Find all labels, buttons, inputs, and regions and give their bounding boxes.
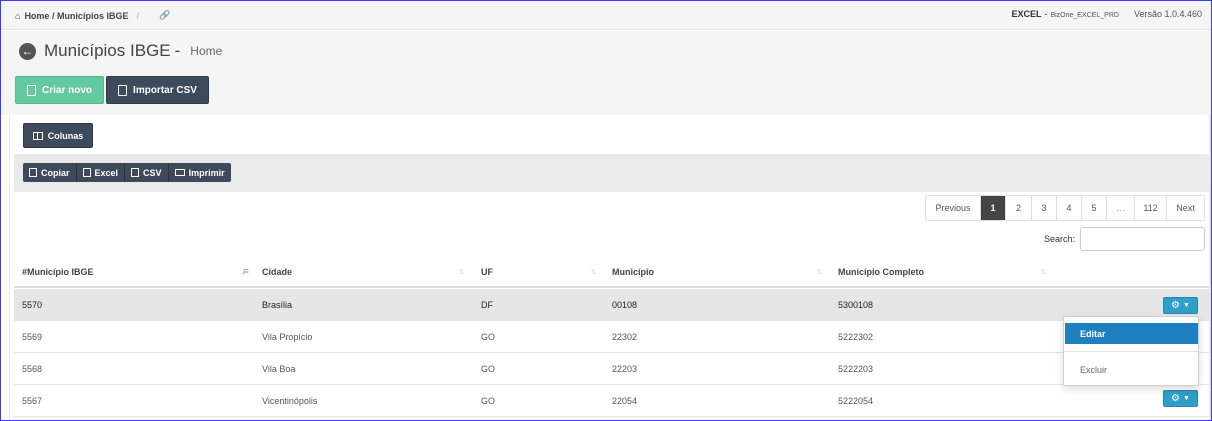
- table-row[interactable]: 5568 Vila Boa GO 22203 5222203: [14, 353, 1209, 385]
- print-button[interactable]: Imprimir: [169, 163, 231, 182]
- create-new-label: Criar novo: [41, 84, 92, 96]
- file-icon: [26, 84, 36, 96]
- cell-municipio-completo: 5222054: [838, 396, 874, 406]
- cell-municipio: 22203: [612, 364, 638, 374]
- copy-icon: [29, 168, 37, 177]
- cell-cidade: Vila Propício: [262, 332, 313, 342]
- row-actions-button[interactable]: ⚙ ▼: [1163, 297, 1198, 314]
- cell-cidade: Vicentinópolis: [262, 396, 318, 406]
- import-csv-label: Importar CSV: [133, 84, 197, 96]
- sort-icon[interactable]: ↑↓: [458, 266, 465, 276]
- pagination-page[interactable]: 4: [1057, 196, 1082, 220]
- csv-button[interactable]: CSV: [125, 163, 169, 182]
- env-version: Versão 1.0.4.460: [1133, 9, 1202, 19]
- cell-municipio-completo: 5222302: [838, 332, 874, 342]
- file-excel-icon: [82, 168, 91, 177]
- header-uf[interactable]: UF: [481, 267, 493, 277]
- page-title-dash: -: [174, 41, 181, 60]
- sort-icon[interactable]: ↑↓: [590, 266, 597, 276]
- menu-item-edit[interactable]: Editar: [1065, 323, 1198, 344]
- copy-label: Copiar: [41, 167, 70, 178]
- pagination-page[interactable]: 5: [1082, 196, 1107, 220]
- breadcrumb-separator: /: [136, 10, 139, 21]
- table-header: #Município IBGE ↓≡ Cidade ↑↓ UF ↑↓ Munic…: [14, 258, 1209, 288]
- pagination-previous[interactable]: Previous: [926, 196, 981, 220]
- link-icon[interactable]: 🔗: [159, 10, 170, 21]
- sort-desc-icon[interactable]: ↓≡: [241, 266, 249, 276]
- pagination-page[interactable]: 2: [1006, 196, 1032, 220]
- cell-uf: GO: [481, 396, 496, 406]
- columns-label: Colunas: [47, 130, 84, 141]
- page-subtitle: Home: [190, 44, 223, 58]
- gear-icon: ⚙: [1171, 393, 1181, 404]
- file-excel-icon: [118, 84, 128, 96]
- breadcrumb-path[interactable]: Home / Municípios IBGE: [24, 11, 128, 21]
- cell-id: 5567: [22, 396, 43, 406]
- header-municipio-ibge[interactable]: #Município IBGE: [22, 267, 94, 277]
- env-dash: -: [1044, 9, 1048, 19]
- pagination: Previous 1 2 3 4 5 … 112 Next: [925, 195, 1205, 221]
- sort-icon[interactable]: ↑↓: [1040, 266, 1047, 276]
- page-title-text: Municípios IBGE: [44, 41, 171, 60]
- header-cidade[interactable]: Cidade: [262, 267, 292, 277]
- page-header: ← Municípios IBGE - Home Criar novo Impo…: [0, 31, 1212, 115]
- sort-icon[interactable]: ↑↓: [816, 266, 823, 276]
- row-actions-menu: Editar Excluir: [1063, 316, 1199, 386]
- pagination-next[interactable]: Next: [1167, 196, 1204, 220]
- menu-divider: [1064, 351, 1198, 352]
- cell-uf: GO: [481, 364, 496, 374]
- table-row[interactable]: 5567 Vicentinópolis GO 22054 5222054 ⚙ ▼: [14, 385, 1209, 417]
- env-app: EXCEL: [1011, 9, 1042, 19]
- page-title: ← Municípios IBGE - Home: [19, 41, 222, 61]
- breadcrumb: ⌂ Home / Municípios IBGE / 🔗: [15, 10, 170, 21]
- file-csv-icon: [131, 168, 140, 177]
- cell-id: 5568: [22, 364, 43, 374]
- cell-municipio-completo: 5300108: [838, 300, 874, 310]
- home-icon[interactable]: ⌂: [15, 11, 20, 21]
- cell-municipio-completo: 5222203: [838, 364, 874, 374]
- search-label: Search:: [1043, 234, 1075, 244]
- cell-uf: GO: [481, 332, 496, 342]
- header-municipio[interactable]: Município: [612, 267, 654, 277]
- search-box: Search:: [1044, 227, 1205, 251]
- excel-button[interactable]: Excel: [77, 163, 126, 182]
- arrow-left-circle-icon[interactable]: ←: [19, 42, 36, 60]
- columns-button[interactable]: Colunas: [23, 123, 93, 148]
- cell-municipio: 22302: [612, 332, 638, 342]
- pagination-page[interactable]: 3: [1032, 196, 1057, 220]
- cell-cidade: Brasília: [262, 300, 293, 310]
- cell-id: 5570: [22, 300, 43, 310]
- environment-info: EXCEL - BizOne_EXCEL_PRD Versão 1.0.4.46…: [1011, 9, 1202, 19]
- export-buttons: Copiar Excel CSV Imprimir: [23, 163, 231, 182]
- table-row[interactable]: 5570 Brasília DF 00108 5300108 ⚙ ▼: [14, 289, 1209, 321]
- create-new-button[interactable]: Criar novo: [15, 76, 104, 104]
- pagination-ellipsis: …: [1107, 196, 1135, 220]
- caret-down-icon: ▼: [1183, 395, 1190, 402]
- copy-button[interactable]: Copiar: [23, 163, 77, 182]
- top-bar: ⌂ Home / Municípios IBGE / 🔗 EXCEL - Biz…: [0, 0, 1212, 30]
- caret-down-icon: ▼: [1183, 302, 1190, 309]
- excel-label: Excel: [94, 167, 119, 178]
- env-db: BizOne_EXCEL_PRD: [1050, 12, 1119, 19]
- print-icon: [174, 169, 185, 176]
- menu-item-delete[interactable]: Excluir: [1065, 359, 1198, 380]
- cell-municipio: 22054: [612, 396, 638, 406]
- pagination-page[interactable]: 1: [981, 196, 1006, 220]
- cell-municipio: 00108: [612, 300, 638, 310]
- print-label: Imprimir: [188, 167, 225, 178]
- pagination-page[interactable]: 112: [1135, 196, 1167, 220]
- header-municipio-completo[interactable]: Município Completo: [838, 267, 924, 277]
- csv-label: CSV: [143, 167, 162, 178]
- search-input[interactable]: [1080, 227, 1205, 251]
- import-csv-button[interactable]: Importar CSV: [106, 76, 209, 104]
- cell-id: 5569: [22, 332, 43, 342]
- gear-icon: ⚙: [1171, 300, 1181, 311]
- cell-cidade: Vila Boa: [262, 364, 296, 374]
- table-row[interactable]: 5569 Vila Propício GO 22302 5222302: [14, 321, 1209, 353]
- cell-uf: DF: [481, 300, 493, 310]
- columns-icon: [32, 131, 43, 140]
- row-actions-button[interactable]: ⚙ ▼: [1163, 390, 1198, 407]
